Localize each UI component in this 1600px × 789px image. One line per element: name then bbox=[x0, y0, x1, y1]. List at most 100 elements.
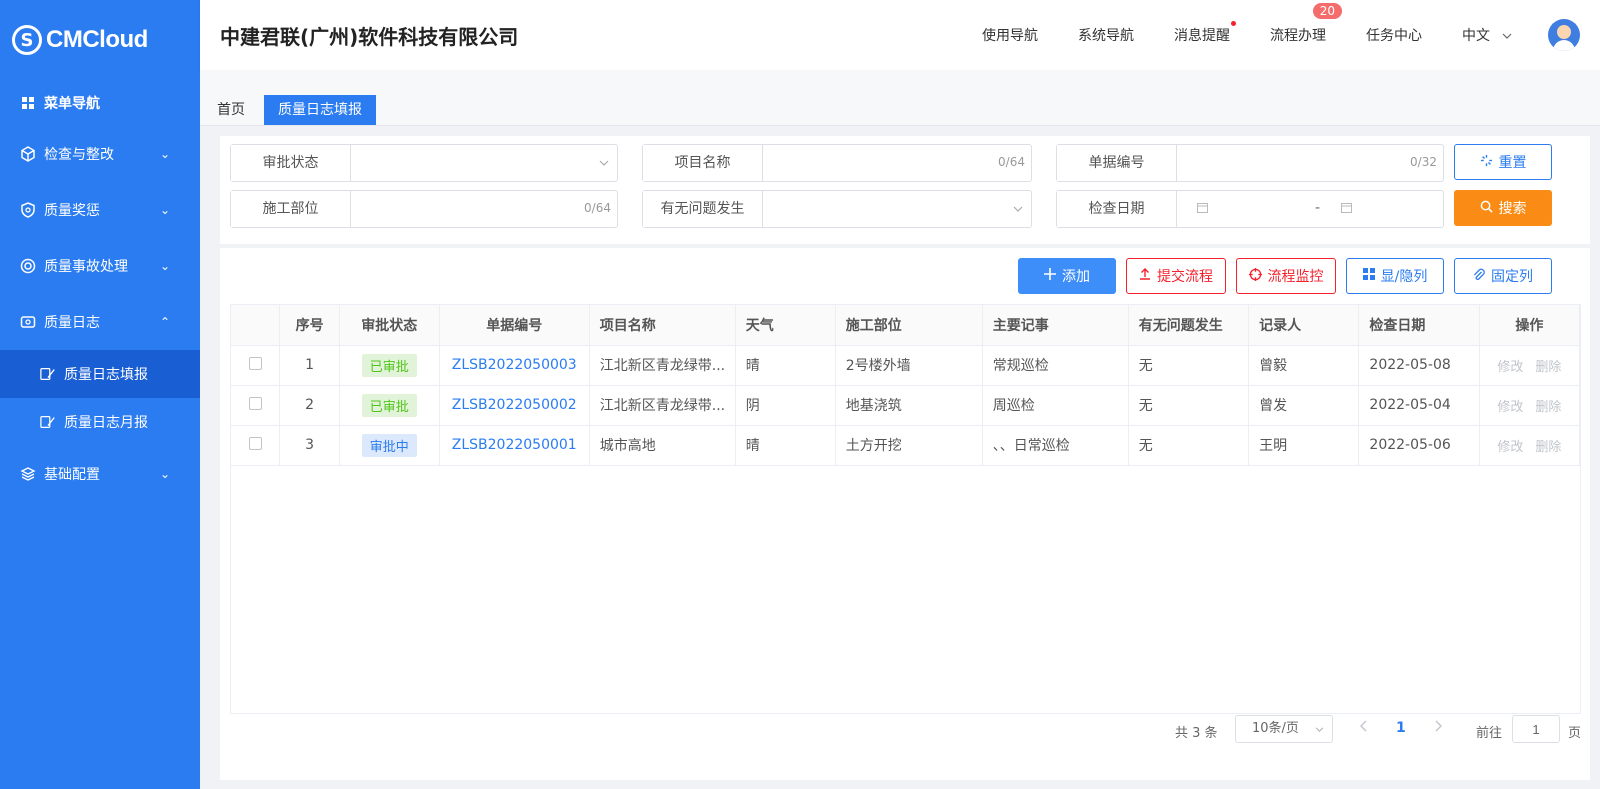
row-checkbox[interactable] bbox=[231, 345, 281, 386]
avatar[interactable] bbox=[1548, 19, 1580, 51]
add-button[interactable]: 添加 bbox=[1018, 258, 1116, 294]
sidebar-item-rewards[interactable]: 质量奖惩 ⌄ bbox=[0, 182, 200, 238]
sidebar-item-base-config[interactable]: 基础配置 ⌄ bbox=[0, 446, 200, 502]
language-select[interactable]: 中文 bbox=[1462, 25, 1512, 45]
add-label: 添加 bbox=[1062, 269, 1090, 285]
char-counter: 0/32 bbox=[1410, 155, 1437, 169]
sidebar-item-inspection[interactable]: 检查与整改 ⌄ bbox=[0, 126, 200, 182]
sidebar-item-label: 基础配置 bbox=[44, 467, 100, 483]
sidebar-item-label: 质量事故处理 bbox=[44, 259, 128, 275]
top-nav: 使用导航 系统导航 消息提醒 流程办理 20 任务中心 中文 bbox=[982, 0, 1600, 70]
pin-columns-button[interactable]: 固定列 bbox=[1454, 258, 1552, 294]
doc-no-filter[interactable]: 单据编号 0/32 bbox=[1056, 144, 1444, 182]
page-size-select[interactable]: 10条/页 bbox=[1235, 715, 1333, 743]
cell-doc-no: ZLSB2022050001 bbox=[439, 425, 590, 466]
edit-button[interactable]: 修改 bbox=[1497, 440, 1523, 455]
search-label: 搜索 bbox=[1498, 201, 1527, 217]
edit-button[interactable]: 修改 bbox=[1497, 360, 1523, 375]
cell-project: 江北新区青龙绿带... bbox=[589, 385, 736, 426]
flow-monitor-button[interactable]: 流程监控 bbox=[1236, 258, 1336, 294]
chevron-down-icon: ⌄ bbox=[159, 147, 170, 161]
header-actions: 操作 bbox=[1479, 305, 1581, 346]
checkbox[interactable] bbox=[248, 436, 262, 450]
cell-no: 2 bbox=[279, 385, 340, 426]
header-weather: 天气 bbox=[735, 305, 836, 346]
total-count: 共 3 条 bbox=[1175, 726, 1218, 741]
table-header-row: 序号 审批状态 单据编号 项目名称 天气 施工部位 主要记事 有无问题发生 记录… bbox=[231, 305, 1581, 346]
construction-part-filter[interactable]: 施工部位 0/64 bbox=[230, 190, 618, 228]
page-number[interactable]: 1 bbox=[1396, 720, 1406, 736]
nav-task-center[interactable]: 任务中心 bbox=[1366, 25, 1422, 45]
has-issue-select[interactable] bbox=[763, 191, 1031, 227]
doc-no-link[interactable]: ZLSB2022050003 bbox=[452, 357, 577, 373]
goto-page-input[interactable] bbox=[1512, 715, 1560, 743]
date-range-picker[interactable]: - bbox=[1177, 191, 1443, 227]
chevron-down-icon bbox=[1013, 201, 1023, 215]
page-suffix: 页 bbox=[1568, 726, 1582, 741]
tab-quality-log-fill[interactable]: 质量日志填报 bbox=[264, 95, 376, 125]
nav-messages-label: 消息提醒 bbox=[1174, 28, 1230, 44]
header-recorder: 记录人 bbox=[1248, 305, 1360, 346]
cell-status: 审批中 bbox=[339, 425, 440, 466]
loading-icon bbox=[1480, 154, 1493, 171]
cell-actions: 修改 删除 bbox=[1479, 345, 1581, 386]
project-name-filter[interactable]: 项目名称 0/64 bbox=[642, 144, 1032, 182]
delete-button[interactable]: 删除 bbox=[1535, 440, 1561, 455]
check-date-label: 检查日期 bbox=[1057, 191, 1177, 227]
nav-usage-guide[interactable]: 使用导航 bbox=[982, 25, 1038, 45]
approval-status-select[interactable] bbox=[351, 145, 617, 181]
status-badge: 已审批 bbox=[361, 353, 417, 377]
sidebar-subitem-log-monthly[interactable]: 质量日志月报 bbox=[0, 398, 200, 446]
checkbox[interactable] bbox=[248, 396, 262, 410]
cell-part: 土方开挖 bbox=[835, 425, 983, 466]
delete-button[interactable]: 删除 bbox=[1535, 400, 1561, 415]
next-page-button[interactable] bbox=[1434, 720, 1442, 736]
checkbox[interactable] bbox=[248, 356, 262, 370]
calendar-icon bbox=[1341, 202, 1352, 216]
edit-button[interactable]: 修改 bbox=[1497, 400, 1523, 415]
shield-icon bbox=[20, 202, 36, 218]
doc-no-link[interactable]: ZLSB2022050001 bbox=[452, 437, 577, 453]
check-date-filter[interactable]: 检查日期 - bbox=[1056, 190, 1444, 228]
row-checkbox[interactable] bbox=[231, 385, 281, 426]
menu-nav-label: 菜单导航 bbox=[44, 96, 100, 112]
cell-issue: 无 bbox=[1128, 425, 1250, 466]
row-checkbox[interactable] bbox=[231, 425, 281, 466]
cell-issue: 无 bbox=[1128, 345, 1250, 386]
show-hide-columns-button[interactable]: 显/隐列 bbox=[1346, 258, 1444, 294]
cell-part: 地基浇筑 bbox=[835, 385, 983, 426]
show-hide-columns-label: 显/隐列 bbox=[1380, 269, 1428, 285]
nav-system-guide[interactable]: 系统导航 bbox=[1078, 25, 1134, 45]
logo-icon: S bbox=[12, 25, 42, 55]
cell-actions: 修改 删除 bbox=[1479, 385, 1581, 426]
project-name-input[interactable]: 0/64 bbox=[763, 145, 1031, 181]
header-project: 项目名称 bbox=[589, 305, 736, 346]
nav-process[interactable]: 流程办理 20 bbox=[1270, 3, 1342, 45]
chevron-down-icon: ⌄ bbox=[159, 467, 170, 481]
header-no: 序号 bbox=[279, 305, 340, 346]
date-separator: - bbox=[1315, 200, 1321, 216]
cell-issue: 无 bbox=[1128, 385, 1250, 426]
tab-home[interactable]: 首页 bbox=[203, 95, 259, 125]
search-button[interactable]: 搜索 bbox=[1454, 190, 1552, 226]
language-label: 中文 bbox=[1462, 28, 1490, 44]
submit-flow-button[interactable]: 提交流程 bbox=[1126, 258, 1226, 294]
chevron-down-icon bbox=[1315, 716, 1324, 742]
nav-messages[interactable]: 消息提醒 bbox=[1174, 21, 1236, 45]
sidebar-item-accidents[interactable]: 质量事故处理 ⌄ bbox=[0, 238, 200, 294]
sidebar-subitem-log-fill[interactable]: 质量日志填报 bbox=[0, 350, 200, 398]
header-select bbox=[231, 305, 281, 346]
delete-button[interactable]: 删除 bbox=[1535, 360, 1561, 375]
prev-page-button[interactable] bbox=[1360, 720, 1368, 736]
doc-no-input[interactable]: 0/32 bbox=[1177, 145, 1443, 181]
chevron-down-icon bbox=[1502, 27, 1512, 43]
cell-doc-no: ZLSB2022050003 bbox=[439, 345, 590, 386]
construction-part-input[interactable]: 0/64 bbox=[351, 191, 617, 227]
sidebar-item-quality-log[interactable]: 质量日志 ⌃ bbox=[0, 294, 200, 350]
approval-status-filter[interactable]: 审批状态 bbox=[230, 144, 618, 182]
reset-button[interactable]: 重置 bbox=[1454, 144, 1552, 180]
has-issue-filter[interactable]: 有无问题发生 bbox=[642, 190, 1032, 228]
sidebar-subitem-label: 质量日志填报 bbox=[64, 367, 148, 383]
doc-no-link[interactable]: ZLSB2022050002 bbox=[452, 397, 577, 413]
cell-recorder: 王明 bbox=[1248, 425, 1360, 466]
